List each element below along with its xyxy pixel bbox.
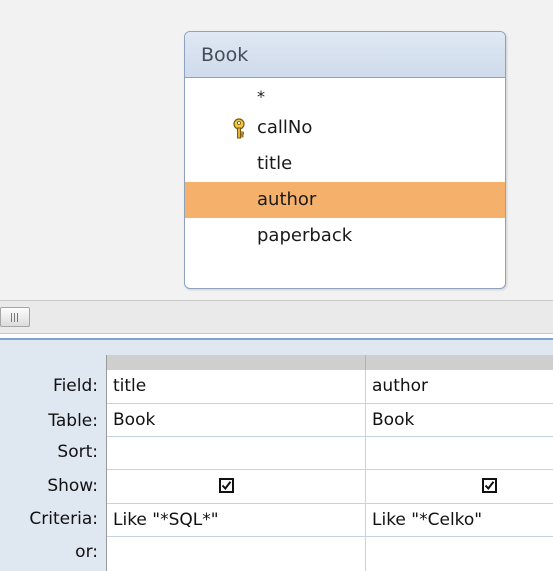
cell-criteria-2[interactable]: Like "*Celko" xyxy=(366,505,553,535)
cell-or-1[interactable] xyxy=(107,538,365,568)
field-label: callNo xyxy=(257,117,313,138)
cell-sort-2[interactable] xyxy=(366,438,553,468)
query-design-grid: Field: Table: Sort: Show: Criteria: or: … xyxy=(0,340,553,571)
row-label-or: or: xyxy=(75,542,98,562)
grid-body: title Book Like "*SQL*" author Book Like… xyxy=(106,355,553,571)
column-selector-2[interactable] xyxy=(366,355,553,370)
row-label-criteria: Criteria: xyxy=(29,509,98,529)
field-item-author[interactable]: author xyxy=(185,182,505,218)
cell-field-2[interactable]: author xyxy=(366,371,553,401)
scroll-thumb[interactable] xyxy=(0,307,30,327)
row-line xyxy=(107,469,553,470)
checkbox-checked-icon xyxy=(221,481,232,491)
cell-criteria-1[interactable]: Like "*SQL*" xyxy=(107,505,365,535)
cell-table-1[interactable]: Book xyxy=(107,405,365,435)
field-item-title[interactable]: title xyxy=(185,146,505,182)
pane-divider[interactable] xyxy=(0,300,553,334)
row-label-sort: Sort: xyxy=(57,442,98,462)
row-label-show: Show: xyxy=(47,476,98,496)
checkbox-checked-icon xyxy=(484,481,495,491)
row-line xyxy=(107,403,553,404)
cell-sort-1[interactable] xyxy=(107,438,365,468)
field-item-all[interactable]: * xyxy=(185,82,505,110)
field-item-paperback[interactable]: paperback xyxy=(185,218,505,254)
field-item-callno[interactable]: callNo xyxy=(185,110,505,146)
row-line xyxy=(107,503,553,504)
cell-table-2[interactable]: Book xyxy=(366,405,553,435)
key-icon xyxy=(231,117,247,139)
cell-field-1[interactable]: title xyxy=(107,371,365,401)
cell-or-2[interactable] xyxy=(366,538,553,568)
field-label: title xyxy=(257,153,293,174)
row-line xyxy=(107,536,553,537)
field-label: * xyxy=(257,87,265,106)
table-design-area[interactable]: Book * callNo title author paperback xyxy=(0,0,553,300)
show-checkbox-2[interactable] xyxy=(482,478,497,493)
row-label-table: Table: xyxy=(48,411,98,431)
table-title[interactable]: Book xyxy=(185,32,505,78)
field-label: paperback xyxy=(257,225,353,246)
row-label-field: Field: xyxy=(53,376,98,396)
show-checkbox-1[interactable] xyxy=(219,478,234,493)
book-table-field-list[interactable]: Book * callNo title author paperback xyxy=(184,31,506,289)
field-label: author xyxy=(257,189,317,210)
row-line xyxy=(107,436,553,437)
field-list: * callNo title author paperback xyxy=(185,78,505,254)
column-selector-1[interactable] xyxy=(107,355,366,370)
